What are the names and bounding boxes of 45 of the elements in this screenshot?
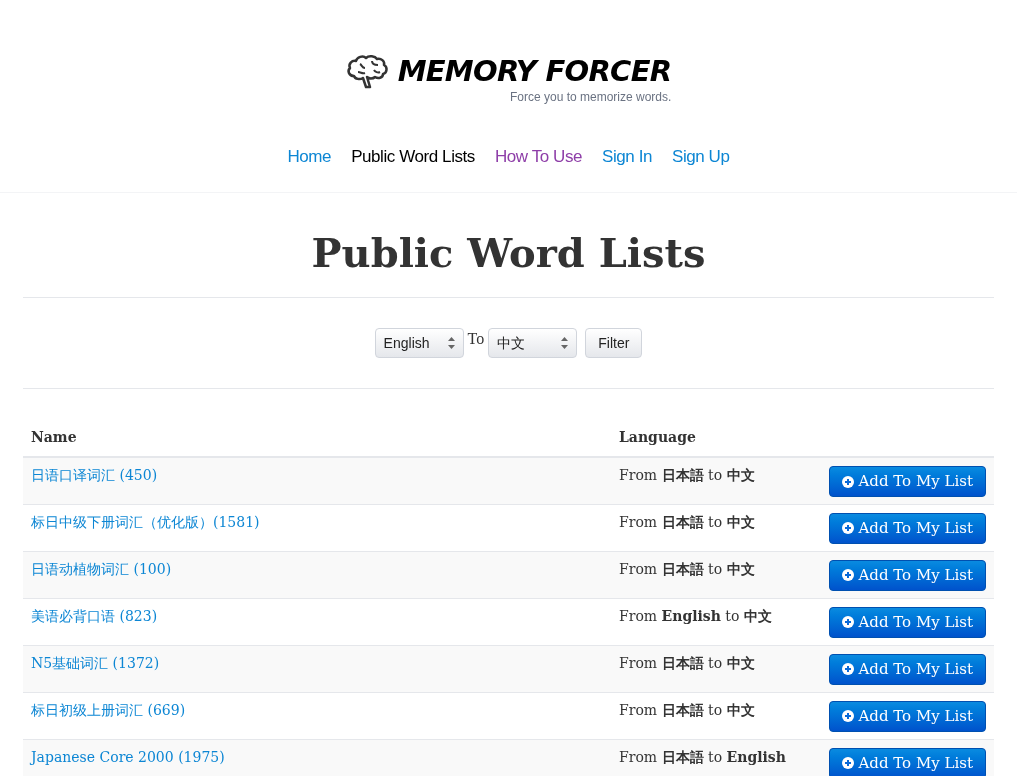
plus-circle-icon: [842, 663, 855, 675]
language-text: From 日本語 to 中文: [619, 560, 755, 577]
source-language-select[interactable]: English: [374, 328, 464, 358]
language-text: From 日本語 to 中文: [619, 513, 755, 530]
word-list-link[interactable]: N5基础词汇 (1372): [31, 654, 160, 671]
language-text: From 日本語 to English: [619, 748, 786, 765]
add-to-list-button[interactable]: Add To My List: [829, 466, 986, 497]
language-text: From 日本語 to 中文: [619, 467, 755, 483]
add-to-list-button[interactable]: Add To My List: [829, 747, 986, 776]
word-list-link[interactable]: Japanese Core 2000 (1975): [31, 748, 225, 765]
page-heading: Public Word Lists: [23, 193, 994, 298]
language-text: From 日本語 to 中文: [619, 701, 755, 718]
word-list-link[interactable]: 日语动植物词汇 (100): [31, 560, 172, 577]
plus-circle-icon: [842, 616, 855, 628]
add-to-list-button[interactable]: Add To My List: [829, 653, 986, 685]
language-text: From English to 中文: [619, 607, 772, 624]
filter-button[interactable]: Filter: [585, 328, 643, 358]
word-list-link[interactable]: 标日初级上册词汇 (669): [31, 701, 186, 718]
word-list-link[interactable]: 日语口译词汇 (450): [31, 467, 158, 483]
word-list-link[interactable]: 美语必背口语 (823): [31, 607, 158, 624]
nav-link[interactable]: Sign In: [602, 144, 652, 170]
nav-link[interactable]: How To Use: [494, 144, 583, 170]
column-header: Language: [619, 429, 696, 445]
word-list-link[interactable]: 标日中级下册词汇（优化版）(1581): [31, 513, 260, 530]
add-to-list-button[interactable]: Add To My List: [829, 512, 986, 544]
plus-circle-icon: [842, 522, 855, 534]
nav-link[interactable]: Home: [287, 144, 332, 170]
nav-link[interactable]: Public Word Lists: [351, 144, 475, 170]
plus-circle-icon: [842, 569, 855, 581]
target-language-select[interactable]: 中文: [488, 328, 578, 358]
add-to-list-button[interactable]: Add To My List: [829, 559, 986, 591]
plus-circle-icon: [842, 757, 855, 769]
to-label: To: [467, 329, 485, 349]
column-header: Name: [31, 429, 77, 445]
brain-icon: [345, 52, 390, 90]
up-down-arrows-icon: [447, 337, 455, 349]
logo-title[interactable]: MEMORY FORCER: [397, 56, 672, 86]
add-to-list-button[interactable]: Add To My List: [829, 700, 986, 732]
plus-circle-icon: [842, 475, 855, 488]
add-to-list-button[interactable]: Add To My List: [829, 606, 986, 638]
tagline: Force you to memorize words.: [510, 89, 672, 106]
up-down-arrows-icon: [561, 337, 569, 349]
language-text: From 日本語 to 中文: [619, 654, 755, 671]
plus-circle-icon: [842, 710, 855, 722]
nav-link[interactable]: Sign Up: [672, 144, 730, 170]
